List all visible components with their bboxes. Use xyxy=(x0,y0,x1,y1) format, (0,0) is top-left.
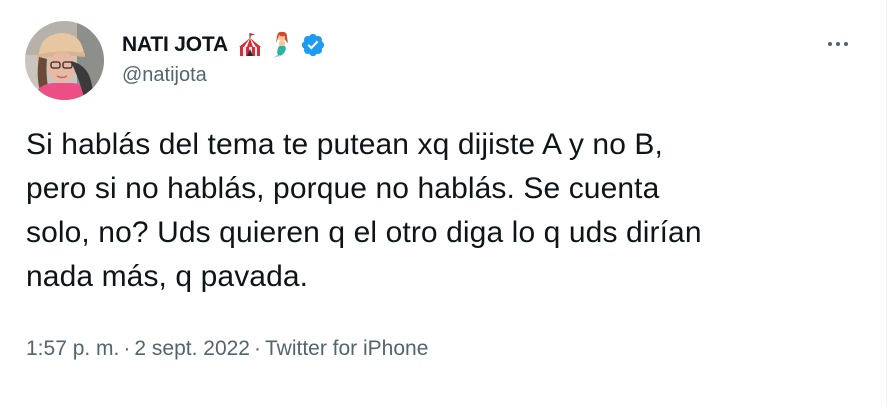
author-handle[interactable]: @natijota xyxy=(122,64,207,87)
author-display-name[interactable]: NATI JOTA xyxy=(122,33,228,57)
tweet-date: 2 sept. 2022 xyxy=(134,337,250,360)
tweet-time: 1:57 p. m. xyxy=(26,337,120,360)
mermaid-icon xyxy=(268,31,296,59)
tweet-metadata: 1:57 p. m. · 2 sept. 2022 · Twitter for iPho… xyxy=(26,337,428,361)
tweet-card: NATI JOTA @natijota Si hablás del tema t… xyxy=(0,0,887,407)
avatar[interactable] xyxy=(25,21,104,100)
tweet-text-line: solo, no? Uds quieren q el otro diga lo … xyxy=(26,216,702,249)
tweet-text: Si hablás del tema te putean xq dijiste … xyxy=(26,123,856,299)
tweet-text-line: Si hablás del tema te putean xq dijiste … xyxy=(26,128,663,161)
tweet-text-line: nada más, q pavada. xyxy=(26,260,309,293)
circus-tent-icon xyxy=(236,31,264,59)
more-horizontal-icon xyxy=(844,42,848,46)
meta-separator: · xyxy=(123,337,131,360)
tweet-text-line: pero si no hablás, porque no hablás. Se … xyxy=(26,172,660,205)
tweet-source-link[interactable]: Twitter for iPhone xyxy=(265,337,428,360)
avatar-image xyxy=(25,21,104,100)
meta-separator: · xyxy=(253,337,261,360)
more-horizontal-icon xyxy=(828,42,832,46)
tweet-timestamp-link[interactable]: 1:57 p. m. · 2 sept. 2022 xyxy=(26,337,250,360)
more-horizontal-icon xyxy=(836,42,840,46)
author-name-row[interactable]: NATI JOTA xyxy=(122,31,326,59)
verified-badge-icon xyxy=(300,32,326,58)
more-options-button[interactable] xyxy=(820,30,856,58)
